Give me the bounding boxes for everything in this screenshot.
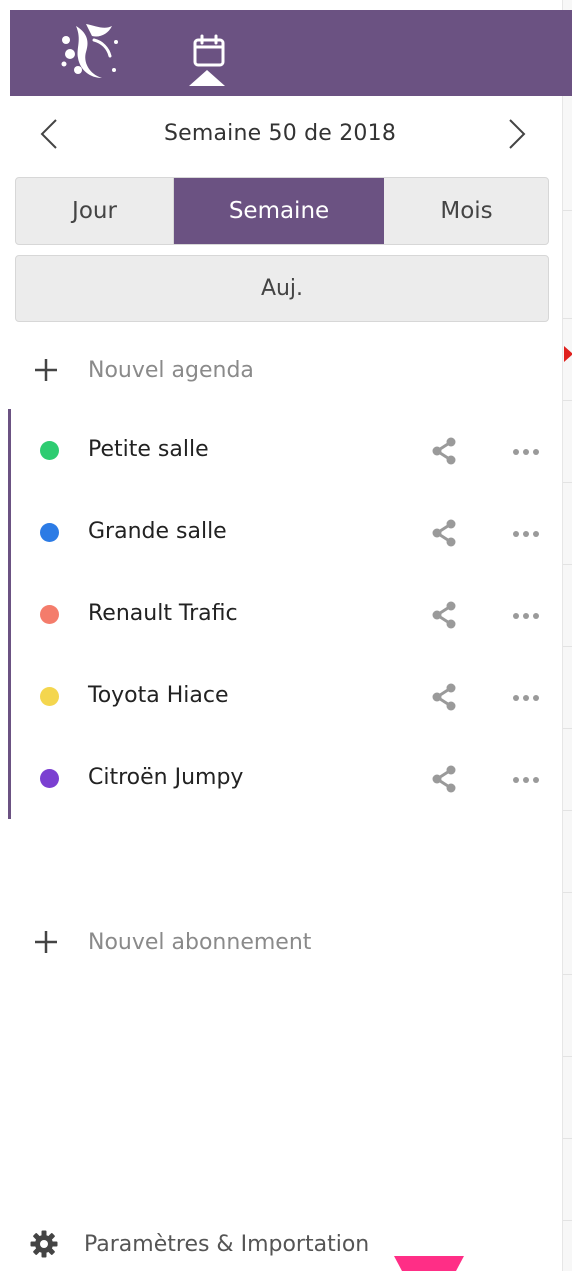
calendar-name: Toyota Hiace (88, 683, 229, 708)
calendar-item[interactable]: Renault Trafic (11, 573, 562, 655)
plus-icon (28, 352, 64, 388)
week-title: Semaine 50 de 2018 (163, 121, 397, 146)
calendar-name: Grande salle (88, 519, 227, 544)
calendar-list: Petite salle Grande salle Renault Trafic (8, 409, 565, 819)
view-week-button[interactable]: Semaine (174, 178, 384, 244)
today-button[interactable]: Auj. (15, 255, 549, 322)
grid-line (563, 400, 572, 401)
grid-line (563, 1220, 572, 1221)
calendar-name: Petite salle (88, 437, 209, 462)
calendar-color-dot (40, 605, 59, 624)
week-navigation: Semaine 50 de 2018 (10, 106, 562, 162)
share-icon[interactable] (429, 518, 459, 548)
settings-label: Paramètres & Importation (84, 1231, 370, 1257)
floating-action-shape[interactable] (394, 1256, 464, 1271)
grid-line (563, 974, 572, 975)
calendar-color-dot (40, 441, 59, 460)
share-icon[interactable] (429, 764, 459, 794)
calendar-color-dot (40, 769, 59, 788)
grid-line (563, 892, 572, 893)
new-calendar-label: Nouvel agenda (88, 357, 254, 383)
calendar-item[interactable]: Petite salle (11, 409, 562, 491)
hand-logo-icon[interactable] (56, 18, 122, 84)
more-options-icon[interactable] (511, 690, 541, 704)
top-bar (10, 10, 572, 96)
grid-line (563, 1138, 572, 1139)
settings-button[interactable]: Paramètres & Importation (28, 1224, 448, 1264)
calendar-icon[interactable] (188, 30, 230, 72)
new-subscription-button[interactable]: Nouvel abonnement (28, 920, 548, 964)
plus-icon (28, 924, 64, 960)
calendar-color-dot (40, 523, 59, 542)
calendar-name: Citroën Jumpy (88, 765, 244, 790)
active-tab-notch (189, 70, 225, 86)
new-calendar-button[interactable]: Nouvel agenda (28, 348, 548, 392)
grid-line (563, 318, 572, 319)
view-switch: Jour Semaine Mois (15, 177, 549, 245)
calendar-item[interactable]: Citroën Jumpy (11, 737, 562, 819)
share-icon[interactable] (429, 600, 459, 630)
view-day-button[interactable]: Jour (16, 178, 174, 244)
more-options-icon[interactable] (511, 526, 541, 540)
view-month-button[interactable]: Mois (384, 178, 548, 244)
more-options-icon[interactable] (511, 444, 541, 458)
grid-line (563, 210, 572, 211)
calendar-color-dot (40, 687, 59, 706)
grid-line (563, 1056, 572, 1057)
share-icon[interactable] (429, 682, 459, 712)
calendar-item[interactable]: Toyota Hiace (11, 655, 562, 737)
current-time-marker (564, 346, 572, 362)
app-frame: Semaine 50 de 2018 Jour Semaine Mois Auj… (0, 0, 572, 1271)
share-icon[interactable] (429, 436, 459, 466)
gear-icon (28, 1228, 60, 1260)
calendar-name: Renault Trafic (88, 601, 238, 626)
more-options-icon[interactable] (511, 608, 541, 622)
chevron-left-icon[interactable] (30, 114, 70, 154)
calendar-item[interactable]: Grande salle (11, 491, 562, 573)
more-options-icon[interactable] (511, 772, 541, 786)
new-subscription-label: Nouvel abonnement (88, 929, 312, 955)
chevron-right-icon[interactable] (496, 114, 536, 154)
